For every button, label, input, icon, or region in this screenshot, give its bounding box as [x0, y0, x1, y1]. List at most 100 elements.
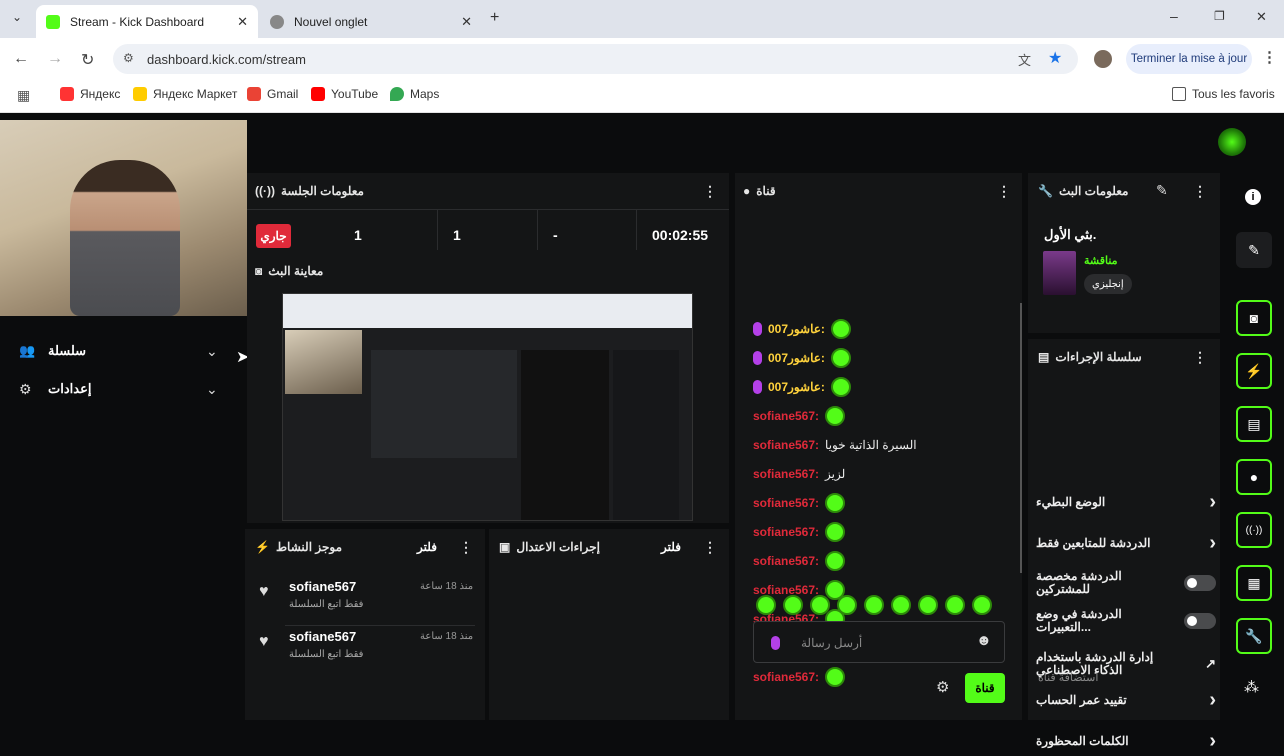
chat-username[interactable]: عاشور007:	[768, 351, 825, 365]
category-label[interactable]: مناقشة	[1084, 254, 1118, 267]
chat-username[interactable]: sofiane567:	[753, 670, 819, 684]
chat-username[interactable]: عاشور007:	[768, 322, 825, 336]
more-options-icon[interactable]: ⋮	[703, 539, 717, 556]
action-row[interactable]: الوضع البطيء ›	[1036, 487, 1216, 517]
browser-tabstrip: ⌄ Stream - Kick Dashboard ✕ Nouvel ongle…	[0, 0, 1284, 38]
chevron-right-icon[interactable]: ›	[1209, 730, 1216, 753]
bookmark-yandex[interactable]: Яндекс	[60, 87, 120, 101]
emoji-icon[interactable]: ☻	[976, 632, 992, 649]
category-thumbnail	[1043, 251, 1076, 295]
panel-title: معاينة البث	[268, 264, 324, 278]
edit-pencil-icon[interactable]: ✎	[1156, 182, 1168, 199]
rail-broadcast-button[interactable]: ((·))	[1236, 512, 1272, 548]
close-tab-icon[interactable]: ✕	[237, 14, 248, 30]
chat-settings-gear-icon[interactable]: ⚙	[936, 678, 949, 696]
chat-username[interactable]: sofiane567:	[753, 409, 819, 423]
chat-send-button[interactable]: قناة	[965, 673, 1005, 703]
site-info-icon[interactable]: ⚙	[123, 51, 134, 65]
more-options-icon[interactable]: ⋮	[459, 539, 473, 556]
divider	[247, 209, 729, 210]
emote-icon[interactable]	[945, 595, 965, 615]
tab-kick-dashboard[interactable]: Stream - Kick Dashboard ✕	[36, 5, 258, 38]
tab-list-chevron-icon[interactable]: ⌄	[12, 10, 22, 24]
bookmark-yandex-market[interactable]: Яндекс Маркет	[133, 87, 237, 101]
emote-icon[interactable]	[837, 595, 857, 615]
forward-arrow-icon[interactable]: →	[47, 50, 63, 68]
action-row[interactable]: الدردشة في وضع التعبيرات...	[1036, 606, 1216, 636]
window-close-icon[interactable]: ✕	[1256, 9, 1267, 25]
more-menu-icon[interactable]: ⋮	[1262, 48, 1277, 66]
emote-icon[interactable]	[756, 595, 776, 615]
restore-icon[interactable]: ❐	[1214, 9, 1225, 23]
address-bar[interactable]: ⚙ dashboard.kick.com/stream 文 ★	[113, 44, 1078, 74]
filter-button[interactable]: فلتر	[661, 540, 681, 554]
chevron-right-icon[interactable]: ›	[1209, 491, 1216, 514]
translate-icon[interactable]: 文	[1018, 50, 1031, 69]
chat-username[interactable]: عاشور007:	[768, 380, 825, 394]
action-label: الدردشة في وضع التعبيرات...	[1036, 607, 1122, 634]
toggle-switch[interactable]	[1184, 613, 1216, 629]
emote-icon[interactable]	[783, 595, 803, 615]
chat-username[interactable]: sofiane567:	[753, 554, 819, 568]
activity-feed-panel: ⚡ موجز النشاط فلتر ⋮ ♥ sofiane567 فقط ات…	[245, 529, 485, 720]
chat-input[interactable]: أرسل رسالة ☻	[753, 621, 1005, 663]
reload-icon[interactable]: ↻	[81, 50, 94, 70]
minimize-icon[interactable]: –	[1170, 8, 1178, 24]
action-label: الوضع البطيء	[1036, 494, 1106, 509]
host-channel-item[interactable]: استضافة قناة	[1038, 671, 1098, 684]
chevron-right-icon[interactable]: ›	[1209, 689, 1216, 712]
update-button[interactable]: Terminer la mise à jour	[1126, 44, 1252, 74]
chat-scrollbar[interactable]	[1020, 303, 1022, 573]
chevron-down-icon[interactable]: ⌄	[206, 381, 218, 398]
activity-user[interactable]: sofiane567	[289, 579, 356, 594]
rail-edit-button[interactable]: ✎	[1236, 232, 1272, 268]
rail-camera-button[interactable]: ◙	[1236, 300, 1272, 336]
close-tab-icon[interactable]: ✕	[461, 14, 472, 30]
action-row[interactable]: تقييد عمر الحساب ›	[1036, 685, 1216, 715]
more-options-icon[interactable]: ⋮	[1193, 349, 1207, 366]
more-options-icon[interactable]: ⋮	[997, 183, 1011, 200]
rail-actions-button[interactable]: ▦	[1236, 565, 1272, 601]
rail-wrench-button[interactable]: 🔧	[1236, 618, 1272, 654]
more-options-icon[interactable]: ⋮	[1193, 183, 1207, 200]
bookmark-youtube[interactable]: YouTube	[311, 87, 378, 101]
chat-username[interactable]: sofiane567:	[753, 438, 819, 452]
user-avatar[interactable]	[1218, 128, 1246, 156]
gmail-icon	[247, 87, 261, 101]
rail-chat-button[interactable]: ●	[1236, 459, 1272, 495]
action-row[interactable]: الدردشة للمتابعين فقط ›	[1036, 528, 1216, 558]
bookmark-star-icon[interactable]: ★	[1048, 48, 1062, 68]
filter-button[interactable]: فلتر	[417, 540, 437, 554]
chat-username[interactable]: sofiane567:	[753, 467, 819, 481]
sidebar-item-settings[interactable]: ⚙ إعدادات ⌄	[0, 374, 240, 404]
stream-preview-video[interactable]	[282, 293, 693, 521]
bookmark-maps[interactable]: Maps	[390, 87, 439, 101]
rail-lightning-button[interactable]: ⚡	[1236, 353, 1272, 389]
action-row[interactable]: الدردشة مخصصة للمشتركين	[1036, 568, 1216, 598]
emote-icon[interactable]	[972, 595, 992, 615]
chevron-right-icon[interactable]: ›	[1209, 532, 1216, 555]
apps-grid-icon[interactable]: ▦	[17, 87, 30, 104]
tab-new-tab[interactable]: Nouvel onglet ✕	[260, 5, 482, 38]
layout-dots-icon[interactable]: ⁂	[1244, 678, 1259, 696]
action-row[interactable]: الكلمات المحظورة ›	[1036, 726, 1216, 756]
new-tab-plus-icon[interactable]: +	[490, 9, 499, 27]
rail-document-button[interactable]: ▤	[1236, 406, 1272, 442]
emote-icon[interactable]	[891, 595, 911, 615]
emote-icon[interactable]	[864, 595, 884, 615]
emote-icon[interactable]	[810, 595, 830, 615]
chat-username[interactable]: sofiane567:	[753, 496, 819, 510]
emote-icon[interactable]	[918, 595, 938, 615]
all-bookmarks-folder[interactable]: Tous les favoris	[1172, 87, 1275, 101]
more-options-icon[interactable]: ⋮	[703, 183, 717, 200]
chevron-down-icon[interactable]: ⌄	[206, 343, 218, 360]
info-icon[interactable]: i	[1245, 189, 1261, 205]
chat-username[interactable]: sofiane567:	[753, 525, 819, 539]
bookmark-gmail[interactable]: Gmail	[247, 87, 298, 101]
external-link-icon[interactable]: ↗	[1205, 656, 1216, 672]
back-arrow-icon[interactable]: ←	[13, 50, 29, 68]
activity-user[interactable]: sofiane567	[289, 629, 356, 644]
sidebar-item-series[interactable]: 👥 سلسلة ⌄	[0, 336, 240, 366]
avatar[interactable]	[1094, 50, 1112, 68]
toggle-switch[interactable]	[1184, 575, 1216, 591]
